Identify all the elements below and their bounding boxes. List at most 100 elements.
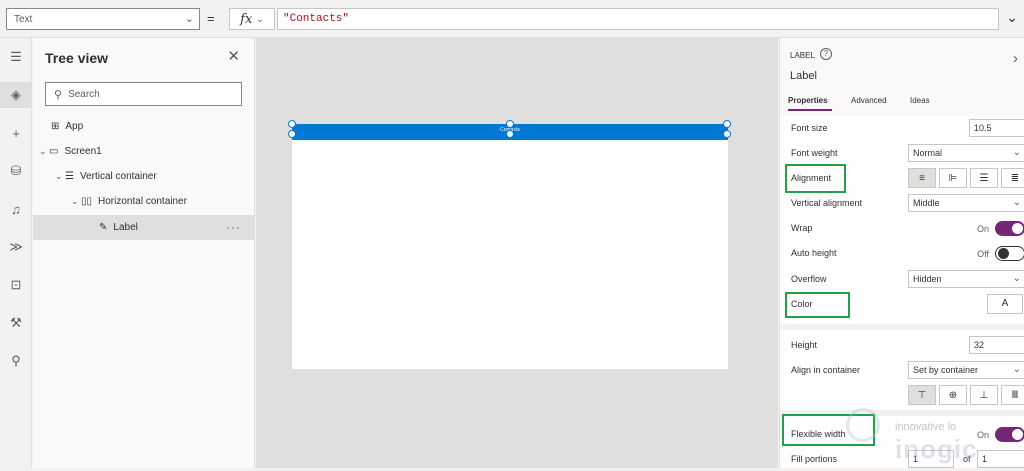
wrap-row: Wrap On (780, 216, 1024, 240)
vertical-alignment-value: Middle (913, 198, 940, 208)
resize-handle[interactable] (506, 120, 514, 128)
chevron-down-icon: ⌄ (1012, 364, 1021, 375)
resize-handle[interactable] (288, 130, 296, 138)
tools-icon[interactable]: ⚒ (0, 310, 32, 336)
font-weight-value: Normal (913, 148, 943, 158)
chevron-down-icon: ⌄ (184, 13, 194, 25)
vertical-alignment-dropdown[interactable]: Middle ⌄ (908, 194, 1024, 212)
align-center-icon[interactable]: ≡ (908, 168, 936, 188)
search-icon[interactable]: ⚲ (0, 348, 32, 374)
vertical-container-icon: ☰ (65, 171, 74, 182)
container-align-buttons-row: ⊤ ⊕ ⊥ Ⅲ (780, 383, 1024, 407)
chevron-right-icon[interactable]: › (1013, 50, 1018, 67)
tree-item-screen1[interactable]: ⌄ ▭ Screen1 (33, 139, 255, 164)
tree-item-vertical-container[interactable]: ⌄ ☰ Vertical container (33, 164, 255, 189)
property-dropdown-value: Text (14, 13, 33, 25)
overflow-dropdown[interactable]: Hidden ⌄ (908, 270, 1024, 288)
layers-icon[interactable]: ◈ (0, 82, 32, 108)
formula-input[interactable]: "Contacts" (277, 8, 999, 30)
auto-height-row: Auto height Off (780, 241, 1024, 265)
resize-handle[interactable] (723, 120, 731, 128)
chevron-down-icon: ⌄ (1012, 147, 1021, 158)
align-in-container-value: Set by container (913, 365, 979, 375)
tree-search-input[interactable]: ⚲ Search (45, 82, 242, 106)
align-middle-icon[interactable]: ⊕ (939, 385, 967, 405)
property-dropdown[interactable]: Text ⌄ (6, 8, 200, 30)
tree-view-panel: Tree view ✕ ⚲ Search ⊞ App ⌄ ▭ Screen1 ⌄… (33, 38, 255, 468)
tree-item-horizontal-container[interactable]: ⌄ ▯▯ Horizontal container (33, 189, 255, 214)
stretch-icon[interactable]: Ⅲ (1001, 385, 1024, 405)
active-tab-indicator (788, 109, 832, 111)
wrap-toggle[interactable] (995, 221, 1024, 236)
design-canvas[interactable]: Contacts (256, 38, 778, 468)
align-justify-icon[interactable]: ⊫ (939, 168, 967, 188)
auto-height-toggle-wrap: Off (977, 246, 1024, 261)
chevron-down-icon: ⌄ (71, 196, 79, 206)
chevron-down-icon: ⌄ (256, 13, 264, 24)
close-icon[interactable]: ✕ (227, 47, 240, 65)
wrap-toggle-wrap: On (977, 221, 1024, 236)
toggle-knob (998, 248, 1009, 259)
align-bottom-icon[interactable]: ⊥ (970, 385, 998, 405)
tree-item-label-text: Label (113, 222, 138, 233)
control-kind: LABEL (790, 51, 815, 60)
tab-ideas[interactable]: Ideas (910, 96, 930, 105)
tree-item-label: Screen1 (64, 146, 102, 157)
fx-icon: fx (240, 11, 253, 27)
align-top-icon[interactable]: ⊤ (908, 385, 936, 405)
screen-icon: ▭ (49, 146, 59, 157)
watermark-tagline: innovative lo (895, 421, 957, 433)
resize-handle[interactable] (288, 120, 296, 128)
toggle-knob (1012, 223, 1023, 234)
app-icon: ⊞ (51, 121, 60, 132)
formula-bar: Text ⌄ = fx ⌄ "Contacts" ⌄ (0, 0, 1024, 38)
expand-formula-icon[interactable]: ⌄ (1006, 9, 1018, 26)
font-size-label: Font size (791, 123, 828, 133)
resize-handle[interactable] (723, 130, 731, 138)
overflow-label: Overflow (791, 274, 827, 284)
auto-height-toggle[interactable] (995, 246, 1024, 261)
tab-properties[interactable]: Properties (788, 96, 828, 105)
alignment-highlight-box (785, 164, 846, 193)
font-weight-dropdown[interactable]: Normal ⌄ (908, 144, 1024, 162)
color-picker-button[interactable]: A (987, 294, 1023, 314)
variables-icon[interactable]: ⊡ (0, 272, 32, 298)
horizontal-container-icon: ▯▯ (81, 196, 93, 207)
chevron-down-icon: ⌄ (55, 171, 63, 181)
plus-icon[interactable]: + (0, 120, 32, 146)
hamburger-icon[interactable]: ☰ (0, 44, 32, 70)
container-align-buttons: ⊤ ⊕ ⊥ Ⅲ (908, 385, 1024, 405)
chevron-down-icon: ⌄ (39, 146, 47, 156)
help-icon[interactable]: ? (820, 48, 832, 60)
font-size-row: Font size 10.5 (780, 116, 1024, 140)
align-right-icon[interactable]: ≣ (1001, 168, 1024, 188)
properties-pane: LABEL ? Label › Properties Advanced Idea… (779, 38, 1024, 468)
auto-height-label: Auto height (791, 248, 837, 258)
align-in-container-dropdown[interactable]: Set by container ⌄ (908, 361, 1024, 379)
tree-item-label[interactable]: ✎ Label ··· (33, 215, 255, 240)
alignment-buttons: ≡ ⊫ ☰ ≣ (908, 168, 1024, 188)
tree-view-title: Tree view (45, 50, 109, 66)
align-left-icon[interactable]: ☰ (970, 168, 998, 188)
height-row: Height 32 (780, 333, 1024, 357)
power-automate-icon[interactable]: ≫ (0, 234, 32, 260)
resize-handle[interactable] (506, 130, 514, 138)
database-icon[interactable]: ⛁ (0, 158, 32, 184)
vertical-alignment-row: Vertical alignment Middle ⌄ (780, 191, 1024, 215)
media-icon[interactable]: ♫ (0, 196, 32, 222)
screen1-canvas[interactable] (292, 124, 728, 369)
align-in-container-row: Align in container Set by container ⌄ (780, 358, 1024, 382)
flexible-width-toggle-wrap: On (977, 427, 1024, 442)
tree-search-placeholder: Search (68, 88, 100, 100)
tab-advanced[interactable]: Advanced (851, 96, 887, 105)
more-options-icon[interactable]: ··· (226, 220, 241, 234)
color-highlight-box (785, 292, 850, 318)
left-rail: ☰ ◈ + ⛁ ♫ ≫ ⊡ ⚒ ⚲ (0, 38, 32, 468)
tree-item-app[interactable]: ⊞ App (33, 114, 255, 139)
overflow-row: Overflow Hidden ⌄ (780, 267, 1024, 291)
height-input[interactable]: 32 (969, 336, 1024, 354)
flexible-width-toggle[interactable] (995, 427, 1024, 442)
fx-button[interactable]: fx ⌄ (229, 8, 275, 30)
chevron-down-icon: ⌄ (1012, 197, 1021, 208)
font-size-input[interactable]: 10.5 (969, 119, 1024, 137)
